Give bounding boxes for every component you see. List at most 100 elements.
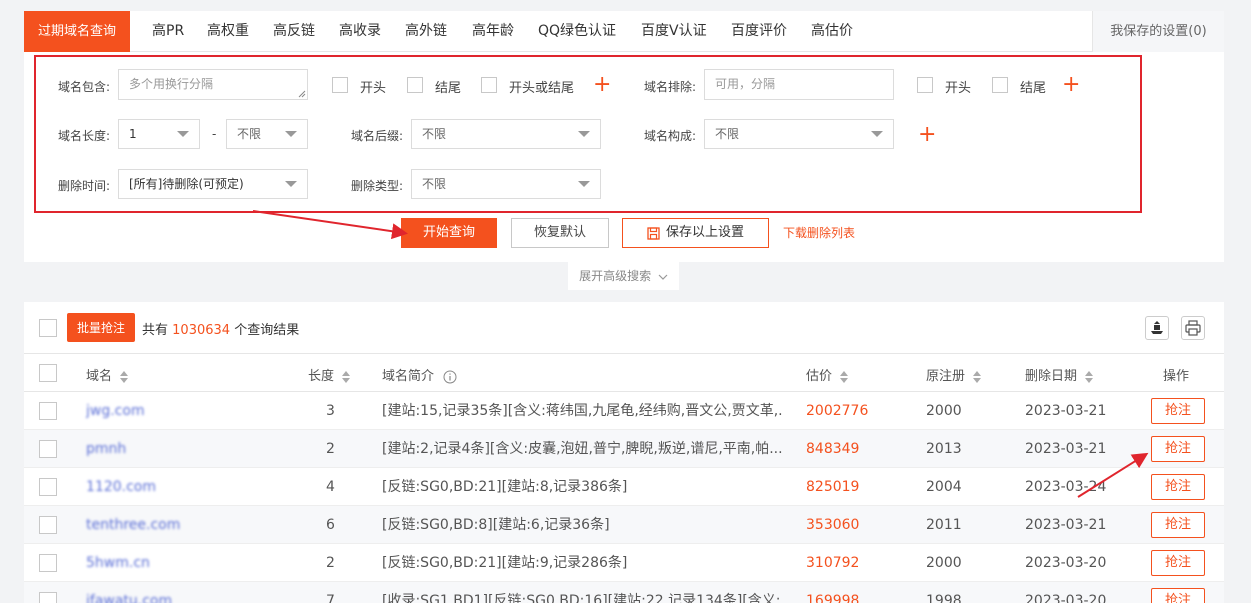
saved-settings-link[interactable]: 我保存的设置(0)	[1092, 11, 1224, 52]
row-reg-year: 2004	[926, 479, 962, 495]
print-button[interactable]	[1181, 316, 1205, 340]
row-delete-date: 2023-03-20	[1025, 555, 1107, 571]
row-domain[interactable]: 5hwm.cn	[86, 544, 150, 582]
tab-high-valuation[interactable]: 高估价	[811, 11, 853, 52]
sort-icon	[973, 370, 982, 383]
row-domain[interactable]: 1120.com	[86, 468, 156, 506]
row-length: 7	[326, 593, 335, 603]
add-exclude-plus-icon[interactable]: +	[1062, 74, 1080, 96]
row-delete-date: 2023-03-21	[1025, 441, 1107, 457]
print-icon	[1185, 320, 1201, 336]
delete-time-value: [所有]待删除(可预定)	[129, 177, 244, 191]
tab-bar: 过期域名查询 高PR 高权重 高反链 高收录 高外链 高年龄 QQ绿色认证 百度…	[24, 11, 1224, 52]
col-delete-date[interactable]: 删除日期	[1025, 365, 1094, 384]
tab-high-indexed[interactable]: 高收录	[339, 11, 381, 52]
contains-start-checkbox[interactable]	[332, 77, 348, 93]
select-all-checkbox[interactable]	[39, 319, 57, 337]
tab-high-backlinks[interactable]: 高反链	[273, 11, 315, 52]
table-row: jwg.com 3 [建站:15,记录35条][含义:蒋纬国,九尾龟,经纬购,晋…	[24, 392, 1224, 430]
row-checkbox[interactable]	[39, 592, 57, 603]
composition-value: 不限	[715, 127, 740, 141]
col-reg-year[interactable]: 原注册	[926, 365, 982, 384]
exclude-end-label: 结尾	[1020, 81, 1047, 96]
export-icon	[1151, 321, 1163, 334]
batch-register-button[interactable]: 批量抢注	[67, 313, 135, 342]
row-price: 825019	[806, 479, 860, 495]
col-price[interactable]: 估价	[806, 365, 849, 384]
tab-high-pr[interactable]: 高PR	[152, 11, 184, 52]
sort-icon	[1085, 370, 1094, 383]
tab-high-age[interactable]: 高年龄	[472, 11, 514, 52]
row-domain[interactable]: pmnh	[86, 430, 126, 468]
chevron-down-icon	[578, 181, 590, 187]
expand-advanced-search[interactable]: 展开高级搜索	[568, 262, 679, 290]
col-length-label: 长度	[308, 369, 335, 384]
tab-baidu-rating[interactable]: 百度评价	[731, 11, 787, 52]
info-icon[interactable]	[443, 370, 457, 384]
result-count-prefix: 共有	[142, 323, 169, 338]
row-checkbox[interactable]	[39, 440, 57, 458]
contains-end-checkbox[interactable]	[407, 77, 423, 93]
composition-select[interactable]: 不限	[704, 119, 894, 149]
delete-type-label: 删除类型:	[351, 179, 404, 193]
tab-expired-domains[interactable]: 过期域名查询	[24, 11, 131, 52]
tab-qq-green[interactable]: QQ绿色认证	[538, 11, 616, 52]
register-button[interactable]: 抢注	[1151, 550, 1205, 576]
register-button[interactable]: 抢注	[1151, 588, 1205, 603]
row-intro: [反链:SG0,BD:8][建站:6,记录36条]	[382, 517, 610, 533]
row-intro: [反链:SG0,BD:21][建站:9,记录286条]	[382, 555, 628, 571]
composition-label: 域名构成:	[644, 129, 697, 143]
tab-high-outlinks[interactable]: 高外链	[405, 11, 447, 52]
row-length: 3	[326, 403, 335, 419]
contains-end-label: 结尾	[435, 81, 462, 96]
row-domain[interactable]: ifawatu.com	[86, 582, 172, 603]
row-delete-date: 2023-03-21	[1025, 403, 1107, 419]
exclude-label: 域名排除:	[644, 80, 697, 94]
contains-start-or-end-checkbox[interactable]	[481, 77, 497, 93]
contains-textarea[interactable]: 多个用换行分隔	[118, 69, 308, 100]
exclude-start-checkbox[interactable]	[917, 77, 933, 93]
tab-baidu-v[interactable]: 百度V认证	[641, 11, 707, 52]
col-length[interactable]: 长度	[308, 365, 351, 384]
download-delete-list-link[interactable]: 下载删除列表	[783, 224, 855, 241]
row-delete-date: 2023-03-24	[1025, 479, 1107, 495]
register-button[interactable]: 抢注	[1151, 398, 1205, 424]
row-length: 2	[326, 441, 335, 457]
tab-high-weight[interactable]: 高权重	[207, 11, 249, 52]
col-domain[interactable]: 域名	[86, 365, 129, 384]
exclude-input[interactable]: 可用，分隔	[704, 69, 894, 100]
length-min-select[interactable]: 1	[118, 119, 200, 149]
register-button[interactable]: 抢注	[1151, 512, 1205, 538]
add-contains-plus-icon[interactable]: +	[593, 74, 611, 96]
results-toolbar: 批量抢注 共有 1030634 个查询结果	[24, 302, 1224, 354]
row-domain[interactable]: jwg.com	[86, 392, 145, 430]
delete-time-select[interactable]: [所有]待删除(可预定)	[118, 169, 308, 199]
delete-type-select[interactable]: 不限	[411, 169, 601, 199]
reset-button[interactable]: 恢复默认	[511, 218, 609, 248]
resize-handle-icon	[298, 90, 306, 98]
save-settings-button[interactable]: 保存以上设置	[622, 218, 769, 248]
row-checkbox[interactable]	[39, 516, 57, 534]
length-max-select[interactable]: 不限	[226, 119, 308, 149]
chevron-down-icon	[285, 181, 297, 187]
row-price: 353060	[806, 517, 860, 533]
table-row: ifawatu.com 7 [收录:SG1,BD1][反链:SG0,BD:16]…	[24, 582, 1224, 603]
contains-start-label: 开头	[360, 81, 387, 96]
header-checkbox[interactable]	[39, 364, 57, 382]
sort-icon	[840, 370, 849, 383]
chevron-down-icon	[177, 131, 189, 137]
register-button[interactable]: 抢注	[1151, 436, 1205, 462]
export-button[interactable]	[1145, 316, 1169, 340]
exclude-end-checkbox[interactable]	[992, 77, 1008, 93]
row-checkbox[interactable]	[39, 554, 57, 572]
chevron-down-icon	[578, 131, 590, 137]
search-button[interactable]: 开始查询	[401, 218, 497, 248]
row-domain[interactable]: tenthree.com	[86, 506, 180, 544]
register-button[interactable]: 抢注	[1151, 474, 1205, 500]
row-checkbox[interactable]	[39, 402, 57, 420]
add-composition-plus-icon[interactable]: +	[918, 124, 936, 146]
table-header: 域名 长度 域名简介 估价 原注册 删除日期 操作	[24, 354, 1224, 392]
save-settings-label: 保存以上设置	[665, 225, 744, 240]
row-checkbox[interactable]	[39, 478, 57, 496]
suffix-select[interactable]: 不限	[411, 119, 601, 149]
